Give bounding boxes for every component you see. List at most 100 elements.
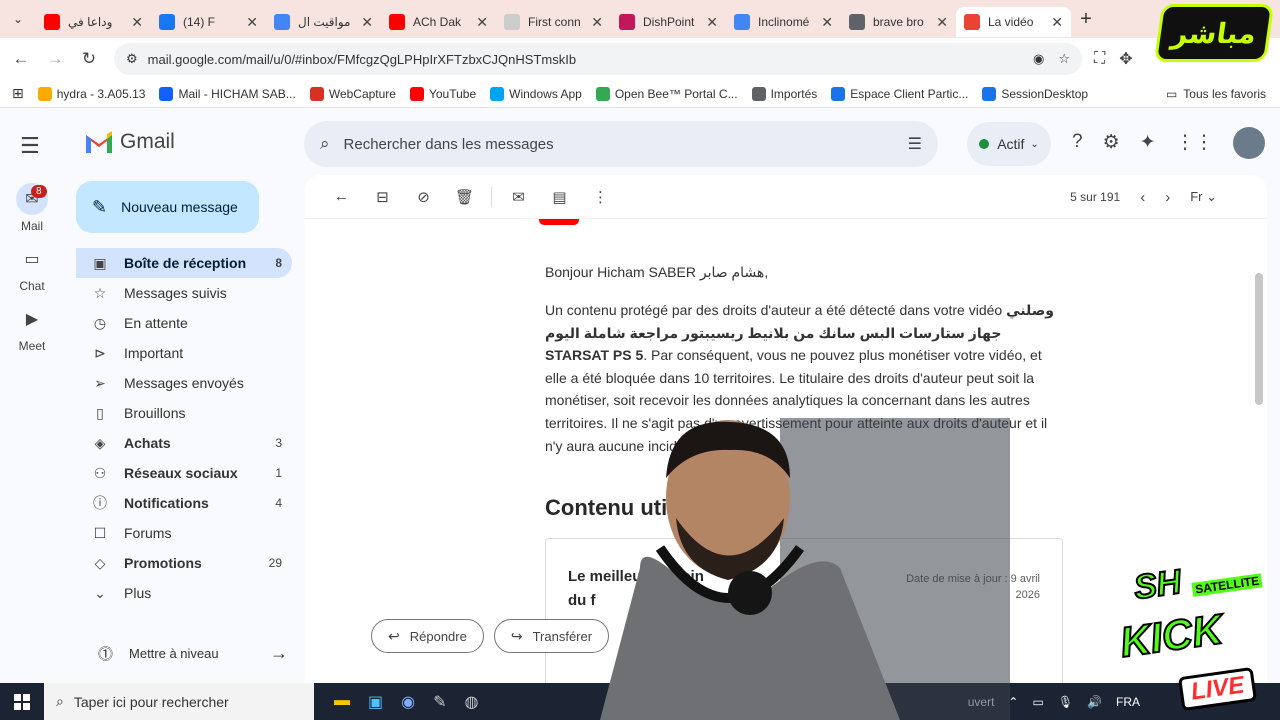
site-info-icon[interactable]: ⚙ xyxy=(126,51,138,67)
move-to-icon[interactable]: ▤ xyxy=(539,188,580,206)
label-item[interactable]: ⚇ Réseaux sociaux 1 xyxy=(76,458,292,488)
bookmark-item[interactable]: Espace Client Partic... xyxy=(831,86,968,101)
tag-icon: ◇ xyxy=(94,554,106,571)
browser-tab[interactable]: First conn ✕ xyxy=(496,7,611,37)
bookmark-item[interactable]: Windows App xyxy=(490,86,582,101)
browser-tab[interactable]: Inclinomé ✕ xyxy=(726,7,841,37)
search-bar[interactable]: ⌕ Rechercher dans les messages ☰ xyxy=(304,121,938,167)
rail-chat[interactable]: ▭ Chat xyxy=(0,243,64,303)
gmail-logo[interactable]: Gmail xyxy=(84,130,175,154)
bookmark-item[interactable]: WebCapture xyxy=(309,86,396,101)
browser-tab[interactable]: DishPoint ✕ xyxy=(611,7,726,37)
search-icon[interactable]: ⌕ xyxy=(320,134,330,154)
report-spam-icon[interactable]: ⊘ xyxy=(403,188,444,206)
people-icon: ⚇ xyxy=(93,464,107,481)
all-bookmarks[interactable]: ▭ Tous les favoris xyxy=(1166,87,1266,101)
bookmark-item[interactable]: Mail - HICHAM SAB... xyxy=(159,86,296,101)
label-item[interactable]: ▣ Boîte de réception 8 xyxy=(76,248,292,278)
close-tab-icon[interactable]: ✕ xyxy=(591,14,603,31)
browser-tab[interactable]: (14) F ✕ xyxy=(151,7,266,37)
reload-icon[interactable]: ↻ xyxy=(72,49,106,69)
label-item[interactable]: ▯ Brouillons xyxy=(76,398,292,428)
prev-message-icon[interactable]: ‹ xyxy=(1140,189,1145,206)
paint-icon[interactable]: ✎ xyxy=(433,692,446,712)
bookmark-item[interactable]: YouTube xyxy=(409,86,476,101)
back-to-inbox-icon[interactable]: ← xyxy=(321,188,362,205)
apps-grid-icon[interactable]: ⊞ xyxy=(12,85,24,102)
windows-start-icon[interactable] xyxy=(0,683,44,720)
bookmark-item[interactable]: hydra - 3.A05.13 xyxy=(37,86,145,101)
tab-search-menu-icon[interactable]: ⌄ xyxy=(0,0,36,38)
close-tab-icon[interactable]: ✕ xyxy=(1051,14,1063,31)
label-count: 8 xyxy=(275,256,282,270)
label-item[interactable]: ◷ En attente xyxy=(76,308,292,338)
extension-icon[interactable]: ⛶ xyxy=(1094,50,1105,68)
browser-tab[interactable]: brave bro ✕ xyxy=(841,7,956,37)
rail-mail[interactable]: ✉ 8 Mail xyxy=(0,183,64,243)
close-tab-icon[interactable]: ✕ xyxy=(706,14,718,31)
store-icon[interactable]: ▣ xyxy=(368,692,383,712)
gemini-sparkle-icon[interactable]: ✦ xyxy=(1140,131,1156,154)
help-icon[interactable]: ? xyxy=(1072,131,1083,154)
browser-icon[interactable]: ◍ xyxy=(465,692,479,712)
back-arrow-icon[interactable]: ← xyxy=(4,49,38,69)
upgrade-button[interactable]: ⓵ Mettre à niveau → xyxy=(82,638,288,668)
eye-icon[interactable]: ◉ xyxy=(1033,51,1044,67)
label-item[interactable]: ➢ Messages envoyés xyxy=(76,368,292,398)
address-bar[interactable]: ⚙ mail.google.com/mail/u/0/#inbox/FMfcgz… xyxy=(114,43,1082,75)
new-tab-button[interactable]: + xyxy=(1071,8,1101,31)
browser-tab[interactable]: La vidéo ✕ xyxy=(956,7,1071,37)
greeting: Bonjour Hicham SABER هشام صابر, xyxy=(545,264,769,280)
label-item[interactable]: ☆ Messages suivis xyxy=(76,278,292,308)
browser-tab[interactable]: مواقيت ال ✕ xyxy=(266,7,381,37)
kick-channel-logo: SH SATELLITE KICK LIVE xyxy=(1116,560,1280,720)
tab-title: وداعا في xyxy=(68,15,113,29)
send-icon: ➢ xyxy=(94,374,106,391)
file-explorer-icon[interactable]: ▬ xyxy=(334,692,350,712)
account-avatar[interactable] xyxy=(1233,127,1265,159)
close-tab-icon[interactable]: ✕ xyxy=(361,14,373,31)
rail-meet[interactable]: ▶ Meet xyxy=(0,303,64,363)
close-tab-icon[interactable]: ✕ xyxy=(821,14,833,31)
next-message-icon[interactable]: › xyxy=(1165,189,1170,206)
scrollbar[interactable] xyxy=(1255,273,1263,405)
network-icon[interactable]: ▭ xyxy=(1032,695,1043,709)
close-tab-icon[interactable]: ✕ xyxy=(936,14,948,31)
puzzle-icon[interactable]: ✥ xyxy=(1119,49,1132,69)
forward-button[interactable]: ↪ Transférer xyxy=(493,619,610,653)
status-selector[interactable]: Actif ⌄ xyxy=(967,122,1051,166)
label-item[interactable]: ⊳ Important xyxy=(76,338,292,368)
close-tab-icon[interactable]: ✕ xyxy=(131,14,143,31)
more-options-icon[interactable]: ⋮ xyxy=(580,188,621,206)
close-tab-icon[interactable]: ✕ xyxy=(246,14,258,31)
volume-icon[interactable]: 🔊 xyxy=(1087,695,1102,709)
microphone-icon[interactable]: 🎙 xyxy=(1058,695,1073,709)
search-options-icon[interactable]: ☰ xyxy=(908,134,922,154)
label-item[interactable]: ◈ Achats 3 xyxy=(76,428,292,458)
bookmark-item[interactable]: Open Bee™ Portal C... xyxy=(595,86,738,101)
label-item[interactable]: ⌄ Plus xyxy=(76,578,292,608)
bookmark-star-icon[interactable]: ☆ xyxy=(1058,51,1070,67)
input-tools-icon[interactable]: Fr ⌄ xyxy=(1190,189,1217,205)
label-item[interactable]: ⓘ Notifications 4 xyxy=(76,488,292,518)
google-apps-icon[interactable]: ⋮⋮ xyxy=(1176,131,1214,154)
archive-icon[interactable]: ⊟ xyxy=(362,188,403,206)
browser-tab[interactable]: وداعا في ✕ xyxy=(36,7,151,37)
label-item[interactable]: ☐ Forums xyxy=(76,518,292,548)
browser-tab[interactable]: ACh Dak ✕ xyxy=(381,7,496,37)
forward-arrow-icon[interactable]: → xyxy=(38,49,72,69)
label-item[interactable]: ◇ Promotions 29 xyxy=(76,548,292,578)
app-icon[interactable]: ◉ xyxy=(401,692,415,712)
settings-gear-icon[interactable]: ⚙ xyxy=(1103,131,1120,154)
delete-icon[interactable]: 🗑 xyxy=(444,188,485,206)
close-tab-icon[interactable]: ✕ xyxy=(476,14,488,31)
compose-button[interactable]: ✎ Nouveau message xyxy=(76,181,259,233)
live-badge-arabic: مباشر xyxy=(1153,4,1275,62)
main-menu-icon[interactable]: ☰ xyxy=(20,133,40,159)
reply-button[interactable]: ↩ Répondre xyxy=(371,619,484,653)
mark-unread-icon[interactable]: ✉ xyxy=(498,188,539,206)
taskbar-search[interactable]: ⌕ Taper ici pour rechercher xyxy=(44,683,314,720)
bookmark-item[interactable]: SessionDesktop xyxy=(982,86,1088,101)
bookmark-item[interactable]: Importés xyxy=(751,86,817,101)
search-input[interactable]: Rechercher dans les messages xyxy=(344,136,908,153)
